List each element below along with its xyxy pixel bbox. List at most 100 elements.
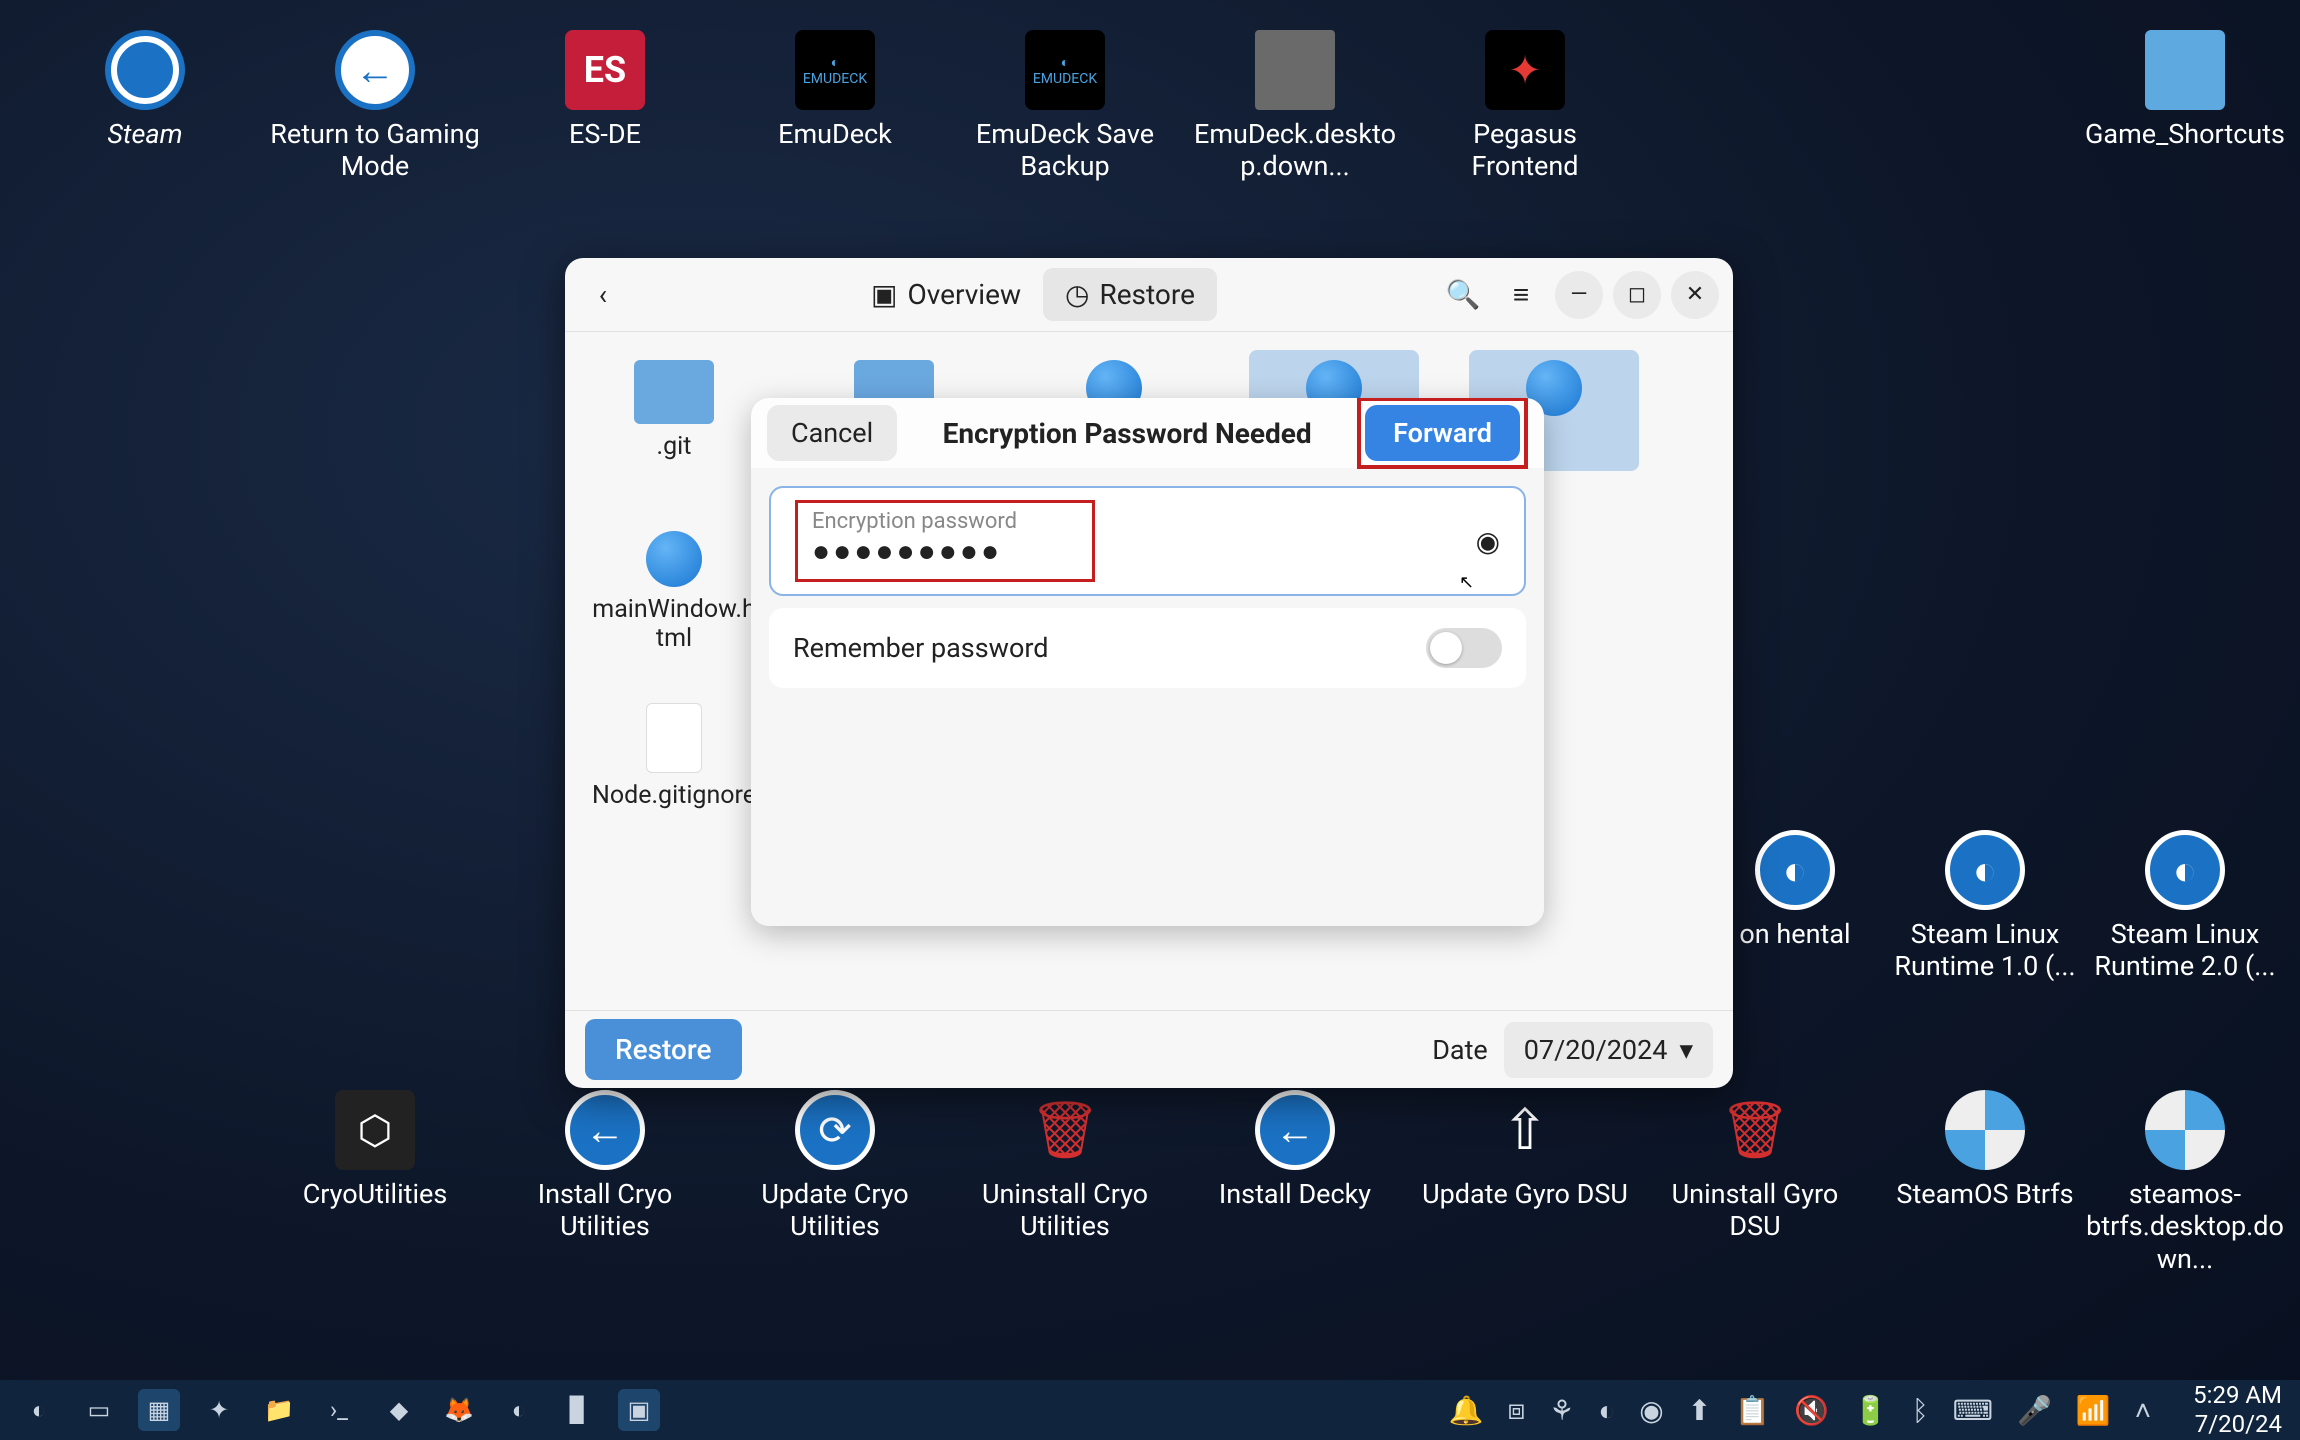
mic-icon[interactable]: 🎤 xyxy=(2017,1394,2052,1427)
steam-icon: ◐ xyxy=(1755,830,1835,910)
dialog-header: Cancel Encryption Password Needed Forwar… xyxy=(751,398,1544,468)
show-password-button[interactable]: ◉ xyxy=(1476,525,1500,558)
icon-label: Pegasus Frontend xyxy=(1420,118,1630,183)
icon-label: EmuDeck.desktop.down... xyxy=(1190,118,1400,183)
desktop-icon-emudeck-save[interactable]: ◐ EMUDECK EmuDeck Save Backup xyxy=(950,30,1180,183)
steam-icon xyxy=(105,30,185,110)
battery-icon[interactable]: 🔋 xyxy=(1853,1394,1888,1427)
desktop-icon-steam[interactable]: Steam xyxy=(30,30,260,150)
icon-label: Uninstall Cryo Utilities xyxy=(960,1178,1170,1243)
icon-label: Install Cryo Utilities xyxy=(500,1178,710,1243)
desktop-icon-steamos-btrfs-down[interactable]: steamos-btrfs.desktop.down... xyxy=(2070,1090,2300,1275)
arrow-left-circle-icon: ← xyxy=(565,1090,645,1170)
tab-overview[interactable]: ▣Overview xyxy=(849,268,1043,321)
task-files[interactable]: 📁 xyxy=(258,1389,300,1431)
maximize-button[interactable]: ◻ xyxy=(1613,271,1661,319)
task-app4[interactable]: ▊ xyxy=(558,1389,600,1431)
minimize-button[interactable]: — xyxy=(1555,271,1603,319)
desktop-icon-update-cryo[interactable]: ⟳Update Cryo Utilities xyxy=(720,1090,950,1243)
task-app1[interactable]: ▦ xyxy=(138,1389,180,1431)
keyboard-icon[interactable]: ⌨ xyxy=(1953,1394,1993,1427)
desktop-icon-emudeck-down[interactable]: EmuDeck.desktop.down... xyxy=(1180,30,1410,183)
disc-icon xyxy=(2145,1090,2225,1170)
menu-button[interactable]: ≡ xyxy=(1497,271,1545,319)
task-app3[interactable]: ◆ xyxy=(378,1389,420,1431)
hex-icon: ⬡ xyxy=(335,1090,415,1170)
password-field[interactable]: Encryption password ●●●●●●●●● xyxy=(812,509,1078,569)
back-button[interactable]: ‹ xyxy=(579,271,627,319)
icon-label: ES-DE xyxy=(569,118,641,150)
icon-label: on hental xyxy=(1739,918,1850,950)
file-item-git[interactable]: .git xyxy=(589,350,759,471)
desktop-icon-install-cryo[interactable]: ← Install Cryo Utilities xyxy=(490,1090,720,1243)
desktop-icon-steamos-btrfs[interactable]: SteamOS Btrfs xyxy=(1870,1090,2100,1210)
task-desktop[interactable]: ▭ xyxy=(78,1389,120,1431)
arrow-left-circle-icon: ← xyxy=(335,30,415,110)
tab-restore[interactable]: ◷Restore xyxy=(1043,268,1217,321)
desktop-icon-esde[interactable]: ESES-DE xyxy=(490,30,720,150)
desktop-icon-update-gyro[interactable]: ⇧Update Gyro DSU xyxy=(1410,1090,1640,1210)
date-dropdown[interactable]: 07/20/2024▾ xyxy=(1504,1022,1713,1078)
icon-label: Return to Gaming Mode xyxy=(270,118,480,183)
close-button[interactable]: ✕ xyxy=(1671,271,1719,319)
desktop-icon-uninstall-gyro[interactable]: 🗑Uninstall Gyro DSU xyxy=(1640,1090,1870,1243)
task-terminal[interactable]: ›_ xyxy=(318,1389,360,1431)
desktop-icon-emudeck[interactable]: ◐ EMUDECKEmuDeck xyxy=(720,30,950,150)
taskbar: ◐ ▭ ▦ ✦ 📁 ›_ ◆ 🦊 ◐ ▊ ▣ 🔔 ⧈ ⚘ ◐ ◉ ⬆ 📋 🔇 🔋… xyxy=(0,1380,2300,1440)
globe-icon xyxy=(646,531,702,587)
remember-toggle[interactable] xyxy=(1426,628,1502,668)
start-button[interactable]: ◐ xyxy=(18,1389,60,1431)
volume-muted-icon[interactable]: 🔇 xyxy=(1794,1394,1829,1427)
desktop-icon-slr2[interactable]: ◐Steam Linux Runtime 2.0 (... xyxy=(2070,830,2300,983)
search-button[interactable]: 🔍 xyxy=(1439,271,1487,319)
overview-icon: ▣ xyxy=(871,278,897,311)
dialog-padding xyxy=(751,706,1544,926)
clock[interactable]: 5:29 AM 7/20/24 xyxy=(2175,1381,2282,1439)
steam-tray-icon[interactable]: ◐ xyxy=(1598,1394,1615,1427)
file-item-mainwindow[interactable]: mainWindow.html xyxy=(589,521,759,663)
task-app5[interactable]: ▣ xyxy=(618,1389,660,1431)
remember-row: Remember password xyxy=(769,608,1526,688)
chevron-up-icon[interactable]: ˄ xyxy=(2135,1394,2151,1427)
wifi-icon[interactable]: 📶 xyxy=(2076,1394,2111,1427)
icon-label: Steam xyxy=(107,118,182,150)
cancel-button[interactable]: Cancel xyxy=(767,405,897,461)
restore-button[interactable]: Restore xyxy=(585,1019,742,1080)
desktop-icon-return-gaming[interactable]: ← Return to Gaming Mode xyxy=(260,30,490,183)
desktop-icon-uninstall-cryo[interactable]: 🗑Uninstall Cryo Utilities xyxy=(950,1090,1180,1243)
bluetooth-icon[interactable]: ᛒ xyxy=(1912,1394,1929,1427)
document-icon xyxy=(646,703,702,773)
clock-date: 7/20/24 xyxy=(2193,1410,2282,1439)
password-dialog: Cancel Encryption Password Needed Forwar… xyxy=(751,398,1544,926)
chevron-down-icon: ▾ xyxy=(1679,1034,1693,1066)
desktop-icon-cryo[interactable]: ⬡CryoUtilities xyxy=(260,1090,490,1210)
desktop-icon-slr1[interactable]: ◐Steam Linux Runtime 1.0 (... xyxy=(1870,830,2100,983)
icon-label: Update Cryo Utilities xyxy=(730,1178,940,1243)
file-label: Node.gitignore xyxy=(592,781,756,810)
dialog-body: Encryption password ●●●●●●●●● ◉ Remember… xyxy=(751,468,1544,706)
icon-label: Game_Shortcuts xyxy=(2085,118,2285,150)
desktop-icon-pegasus[interactable]: ✦Pegasus Frontend xyxy=(1410,30,1640,183)
icon-label: SteamOS Btrfs xyxy=(1896,1178,2073,1210)
task-firefox[interactable]: 🦊 xyxy=(438,1389,480,1431)
password-highlight: Encryption password ●●●●●●●●● xyxy=(795,500,1095,582)
steam-icon: ◐ xyxy=(1945,830,2025,910)
update-icon[interactable]: ⬆ xyxy=(1688,1394,1711,1427)
task-app2[interactable]: ✦ xyxy=(198,1389,240,1431)
desktop-icon-install-decky[interactable]: ←Install Decky xyxy=(1180,1090,1410,1210)
folder-icon xyxy=(634,360,714,424)
dialog-title: Encryption Password Needed xyxy=(943,417,1312,450)
forward-button[interactable]: Forward xyxy=(1365,405,1520,461)
icon-label: EmuDeck Save Backup xyxy=(960,118,1170,183)
desktop-icon-game-shortcuts[interactable]: Game_Shortcuts xyxy=(2070,30,2300,150)
emudeck-icon: ◐ EMUDECK xyxy=(1025,30,1105,110)
emudeck-icon: ◐ EMUDECK xyxy=(795,30,875,110)
clipboard-icon[interactable]: 📋 xyxy=(1735,1394,1770,1427)
task-steam[interactable]: ◐ xyxy=(498,1389,540,1431)
notifications-icon[interactable]: 🔔 xyxy=(1449,1394,1484,1427)
dropbox-icon[interactable]: ⧈ xyxy=(1507,1393,1525,1427)
leaf-icon[interactable]: ⚘ xyxy=(1549,1394,1574,1427)
file-item-gitignore[interactable]: Node.gitignore xyxy=(589,693,759,820)
compass-icon[interactable]: ◉ xyxy=(1639,1394,1663,1427)
restore-icon: ◷ xyxy=(1065,278,1089,311)
